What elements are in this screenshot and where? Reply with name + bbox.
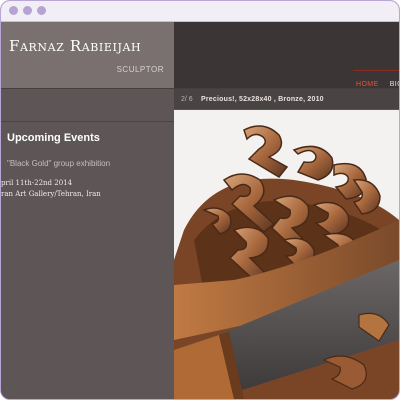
event-venue: ran Art Gallery/Tehran, Iran	[1, 190, 101, 198]
site-title[interactable]: Farnaz Rabieijah	[9, 37, 141, 55]
window-dot-icon	[37, 6, 46, 15]
bronze-sculpture-image	[174, 110, 399, 399]
gallery-caption: Precious!, 52x28x40 , Bronze, 2010	[201, 96, 324, 103]
sidebar: Upcoming Events "Black Gold" group exhib…	[1, 89, 174, 399]
main-nav: HOME BIOGI	[353, 70, 399, 88]
page-viewport: Farnaz Rabieijah SCULPTOR HOME BIOGI Upc…	[1, 22, 399, 399]
site-subtitle: SCULPTOR	[116, 65, 164, 74]
event-title-link[interactable]: "Black Gold" group exhibition	[7, 159, 110, 168]
window-dot-icon	[9, 6, 18, 15]
nav-item-biography[interactable]: BIOGI	[387, 78, 399, 88]
gallery-caption-bar: 2/ 6 Precious!, 52x28x40 , Bronze, 2010	[174, 89, 399, 109]
gallery-photo[interactable]	[174, 110, 399, 399]
events-heading: Upcoming Events	[7, 132, 100, 144]
site-header-brand: Farnaz Rabieijah SCULPTOR	[1, 22, 174, 88]
event-date: pril 11th-22nd 2014	[1, 179, 73, 187]
device-frame: Farnaz Rabieijah SCULPTOR HOME BIOGI Upc…	[0, 0, 400, 400]
window-dot-icon	[23, 6, 32, 15]
sidebar-divider	[1, 121, 174, 122]
window-titlebar	[1, 1, 399, 22]
gallery-counter: 2/ 6	[181, 96, 193, 103]
nav-item-home[interactable]: HOME	[353, 78, 382, 88]
